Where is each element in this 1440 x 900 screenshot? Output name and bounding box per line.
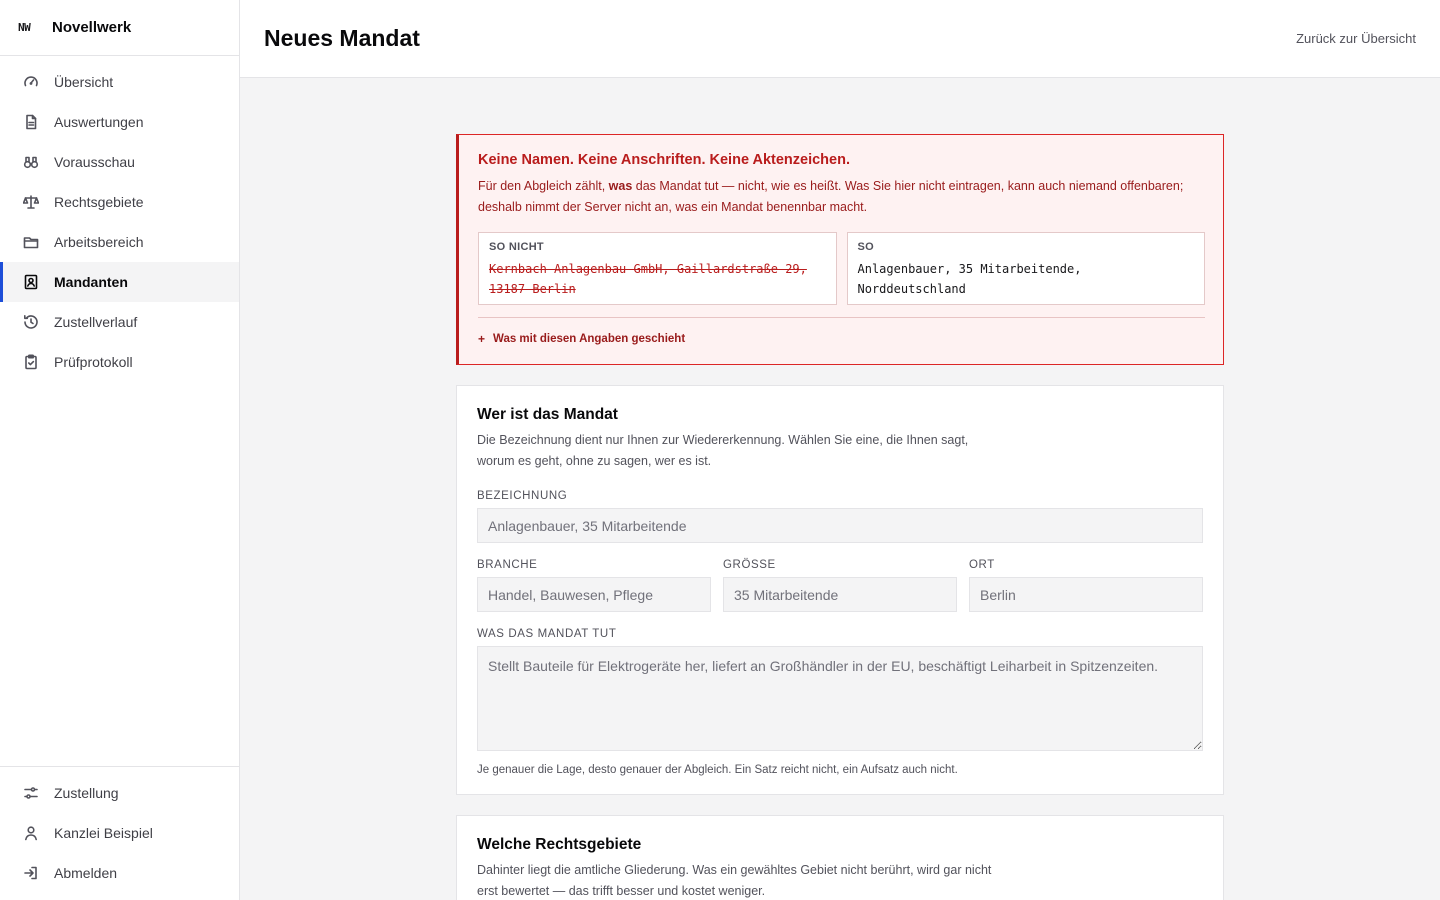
user-icon — [22, 824, 40, 842]
sidebar-item-label: Prüfprotokoll — [54, 354, 133, 370]
ort-input[interactable] — [969, 577, 1203, 612]
back-to-overview-link[interactable]: Zurück zur Übersicht — [1296, 31, 1416, 46]
taetigkeit-label: WAS DAS MANDAT TUT — [477, 628, 617, 640]
sidebar-item-pruefprotokoll[interactable]: Prüfprotokoll — [0, 342, 239, 382]
sidebar-item-vorausschau[interactable]: Vorausschau — [0, 142, 239, 182]
sidebar: NW Novellwerk Übersicht Auswertungen Vor… — [0, 0, 240, 900]
warning-title: Keine Namen. Keine Anschriften. Keine Ak… — [478, 152, 850, 168]
binoculars-icon — [22, 153, 40, 171]
brand-logo: NW — [18, 21, 31, 34]
sidebar-item-zustellung[interactable]: Zustellung — [0, 773, 239, 813]
sidebar-item-arbeitsbereich[interactable]: Arbeitsbereich — [0, 222, 239, 262]
sidebar-item-zustellverlauf[interactable]: Zustellverlauf — [0, 302, 239, 342]
contact-card-icon — [22, 273, 40, 291]
details-toggle[interactable]: + Was mit diesen Angaben geschieht — [478, 317, 1205, 346]
brand-name: Novellwerk — [52, 19, 132, 36]
sidebar-item-label: Kanzlei Beispiel — [54, 825, 153, 841]
ort-group: ORT — [969, 543, 1203, 612]
scale-icon — [22, 193, 40, 211]
sidebar-footer: Zustellung Kanzlei Beispiel Abmelden — [0, 766, 239, 900]
page-title: Neues Mandat — [264, 25, 420, 51]
branche-input[interactable] — [477, 577, 711, 612]
examples: SO NICHT Kernbach Anlagenbau GmbH, Gaill… — [478, 232, 1205, 305]
legal-areas-card: Welche Rechtsgebiete Dahinter liegt die … — [456, 815, 1224, 900]
sidebar-item-label: Vorausschau — [54, 154, 135, 170]
warning-text: Für den Abgleich zählt, was das Mandat t… — [478, 176, 1205, 218]
privacy-warning: Keine Namen. Keine Anschriften. Keine Ak… — [456, 134, 1224, 365]
section-description: Dahinter liegt die amtliche Gliederung. … — [477, 863, 992, 898]
warning-text-bold: was — [608, 179, 633, 193]
document-icon — [22, 113, 40, 131]
clipboard-check-icon — [22, 353, 40, 371]
sidebar-item-kanzlei[interactable]: Kanzlei Beispiel — [0, 813, 239, 853]
sidebar-item-label: Mandanten — [54, 274, 128, 290]
section-title: Welche Rechtsgebiete — [477, 836, 642, 853]
section-title: Wer ist das Mandat — [477, 406, 618, 423]
main-content: Keine Namen. Keine Anschriften. Keine Ak… — [456, 134, 1224, 900]
folder-icon — [22, 233, 40, 251]
brand[interactable]: NW Novellwerk — [0, 0, 239, 56]
taetigkeit-textarea[interactable] — [477, 646, 1203, 751]
good-example-label: SO — [857, 241, 874, 253]
mandate-identity-card: Wer ist das Mandat Die Bezeichnung dient… — [456, 385, 1224, 795]
sidebar-item-mandanten[interactable]: Mandanten — [0, 262, 239, 302]
sidebar-item-rechtsgebiete[interactable]: Rechtsgebiete — [0, 182, 239, 222]
sidebar-item-label: Zustellverlauf — [54, 314, 138, 330]
sidebar-item-label: Arbeitsbereich — [54, 234, 144, 250]
section-description: Die Bezeichnung dient nur Ihnen zur Wied… — [477, 433, 969, 468]
groesse-label: GRÖSSE — [723, 559, 776, 571]
good-example-text: Anlagenbauer, 35 Mitarbeitende, Norddeut… — [857, 262, 1082, 296]
sliders-icon — [22, 784, 40, 802]
sidebar-item-label: Übersicht — [54, 74, 114, 90]
details-toggle-label: Was mit diesen Angaben geschieht — [493, 333, 686, 345]
logout-icon — [22, 864, 40, 882]
groesse-input[interactable] — [723, 577, 957, 612]
sidebar-item-label: Zustellung — [54, 785, 119, 801]
good-example-box: SO Anlagenbauer, 35 Mitarbeitende, Nordd… — [846, 232, 1205, 305]
bad-example-box: SO NICHT Kernbach Anlagenbau GmbH, Gaill… — [478, 232, 837, 305]
sidebar-item-auswertungen[interactable]: Auswertungen — [0, 102, 239, 142]
history-icon — [22, 313, 40, 331]
plus-icon: + — [478, 332, 486, 346]
bad-example-label: SO NICHT — [489, 241, 544, 253]
branche-label: BRANCHE — [477, 559, 538, 571]
bezeichnung-input[interactable] — [477, 508, 1203, 543]
sidebar-item-label: Abmelden — [54, 865, 118, 881]
sidebar-item-label: Rechtsgebiete — [54, 194, 144, 210]
warning-text-pre: Für den Abgleich zählt, — [478, 179, 609, 193]
main-nav: Übersicht Auswertungen Vorausschau Recht… — [0, 56, 239, 382]
details-row: BRANCHE GRÖSSE ORT — [477, 543, 1203, 612]
bad-example-text: Kernbach Anlagenbau GmbH, Gaillardstraße… — [489, 262, 807, 296]
sidebar-item-label: Auswertungen — [54, 114, 144, 130]
branche-group: BRANCHE — [477, 543, 711, 612]
bezeichnung-label: BEZEICHNUNG — [477, 490, 568, 502]
gauge-icon — [22, 73, 40, 91]
ort-label: ORT — [969, 559, 995, 571]
sidebar-item-abmelden[interactable]: Abmelden — [0, 853, 239, 893]
groesse-group: GRÖSSE — [723, 543, 957, 612]
taetigkeit-hint: Je genauer die Lage, desto genauer der A… — [477, 764, 958, 776]
page-header: Neues Mandat Zurück zur Übersicht — [240, 0, 1440, 78]
sidebar-item-uebersicht[interactable]: Übersicht — [0, 62, 239, 102]
